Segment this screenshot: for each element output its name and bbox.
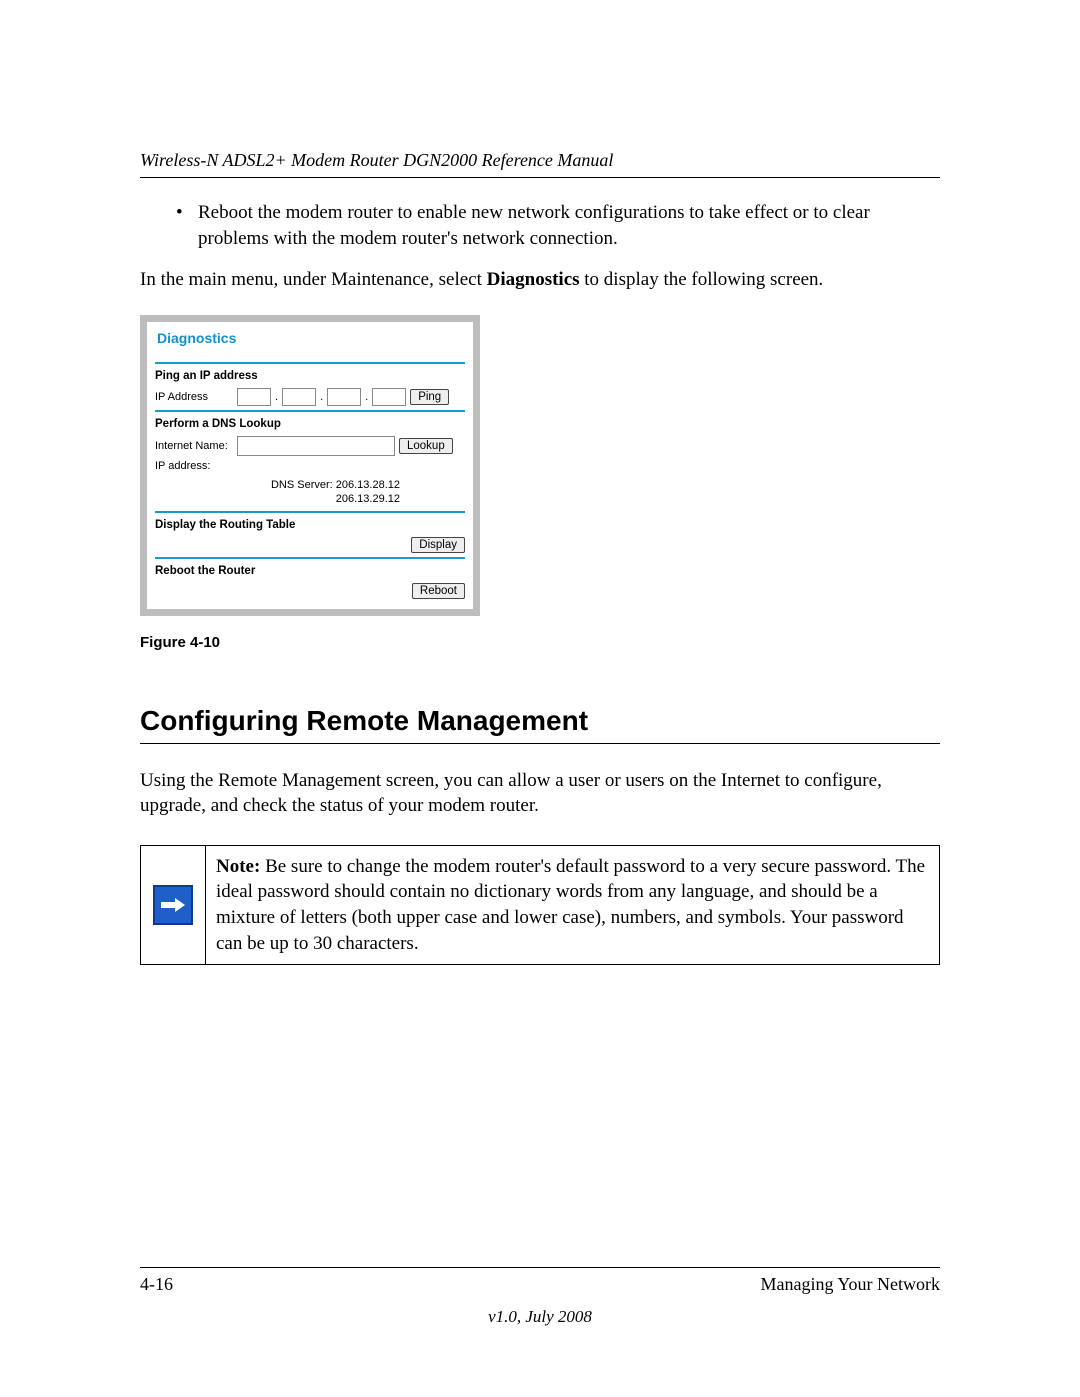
ping-button[interactable]: Ping — [410, 389, 449, 405]
separator — [155, 511, 465, 513]
dot: . — [275, 391, 278, 403]
ping-row: IP Address . . . Ping — [155, 388, 465, 406]
note-text: Be sure to change the modem router's def… — [216, 856, 925, 954]
separator — [155, 557, 465, 559]
dot: . — [365, 391, 368, 403]
dns-ip-label: IP address: — [155, 460, 233, 472]
dns-server-block: DNS Server: 206.13.28.12 206.13.29.12 — [155, 478, 465, 507]
header-rule — [140, 177, 940, 178]
dot: . — [320, 391, 323, 403]
internet-name-label: Internet Name: — [155, 440, 233, 452]
separator — [155, 410, 465, 412]
ping-section-header: Ping an IP address — [155, 370, 465, 382]
ip-octet-4[interactable] — [372, 388, 406, 406]
intro-paragraph: In the main menu, under Maintenance, sel… — [140, 267, 940, 293]
section-paragraph: Using the Remote Management screen, you … — [140, 768, 940, 819]
note-box: Note: Be sure to change the modem router… — [140, 845, 940, 966]
reboot-button[interactable]: Reboot — [412, 583, 465, 599]
intro-bold: Diagnostics — [487, 269, 580, 290]
page-footer: 4-16 Managing Your Network v1.0, July 20… — [140, 1267, 940, 1327]
body-bullet-list: Reboot the modem router to enable new ne… — [140, 200, 940, 251]
separator — [155, 362, 465, 364]
intro-pre: In the main menu, under Maintenance, sel… — [140, 269, 487, 290]
dns-name-row: Internet Name: Lookup — [155, 436, 465, 456]
ip-octet-3[interactable] — [327, 388, 361, 406]
lookup-button[interactable]: Lookup — [399, 438, 453, 454]
dns-server-line-1: DNS Server: 206.13.28.12 — [155, 478, 400, 492]
footer-rule — [140, 1267, 940, 1268]
dns-ip-row: IP address: — [155, 460, 465, 472]
dns-section-header: Perform a DNS Lookup — [155, 418, 465, 430]
ip-octet-1[interactable] — [237, 388, 271, 406]
section-heading: Configuring Remote Management — [140, 705, 940, 737]
header-title: Wireless-N ADSL2+ Modem Router DGN2000 R… — [140, 150, 940, 171]
routing-section-header: Display the Routing Table — [155, 519, 465, 531]
footer-page-number: 4-16 — [140, 1274, 173, 1295]
reboot-section-header: Reboot the Router — [155, 565, 465, 577]
footer-chapter: Managing Your Network — [761, 1274, 941, 1295]
ip-octet-2[interactable] — [282, 388, 316, 406]
diagnostics-title: Diagnostics — [157, 330, 465, 346]
dns-server-line-2: 206.13.29.12 — [155, 492, 400, 506]
arrow-right-icon — [153, 885, 193, 925]
internet-name-input[interactable] — [237, 436, 395, 456]
figure-caption: Figure 4-10 — [140, 634, 940, 651]
section-rule — [140, 743, 940, 744]
ip-address-label: IP Address — [155, 391, 233, 403]
note-label: Note: — [216, 856, 265, 877]
footer-version: v1.0, July 2008 — [140, 1307, 940, 1327]
note-icon-cell — [141, 845, 206, 965]
bullet-reboot: Reboot the modem router to enable new ne… — [198, 200, 940, 251]
note-text-cell: Note: Be sure to change the modem router… — [206, 845, 940, 965]
diagnostics-screenshot: Diagnostics Ping an IP address IP Addres… — [140, 315, 480, 616]
intro-post: to display the following screen. — [580, 269, 824, 290]
display-button[interactable]: Display — [411, 537, 465, 553]
